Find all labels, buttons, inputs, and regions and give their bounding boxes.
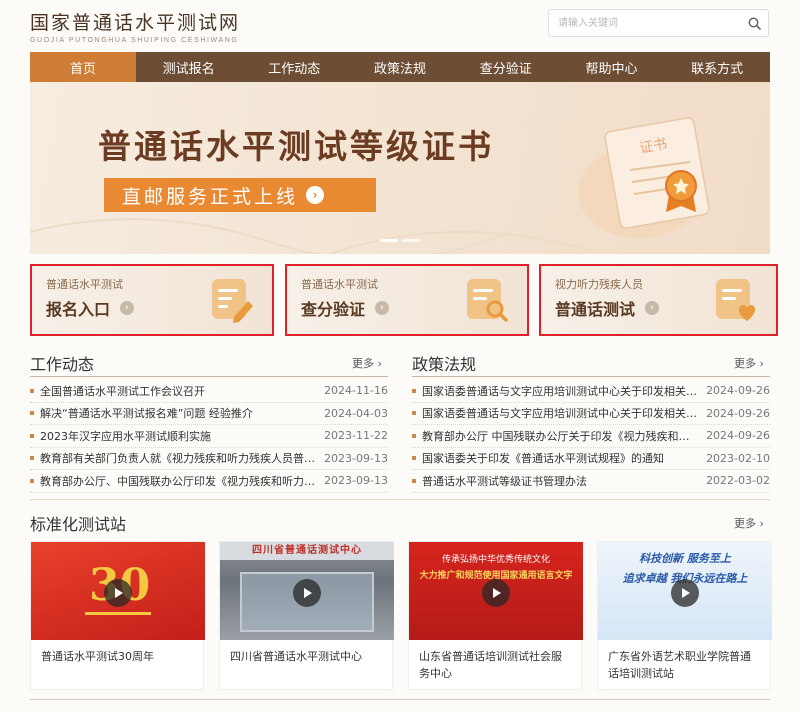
search-icon	[748, 17, 761, 30]
list-item[interactable]: 国家语委普通话与文字应用培训测试中心关于印发相关办法的通知2024-09-26	[412, 403, 770, 425]
search-button[interactable]	[740, 10, 768, 36]
thumb-headline: 传承弘扬中华优秀传统文化	[441, 555, 550, 565]
bullet-icon	[412, 388, 416, 393]
decoration	[85, 612, 151, 615]
banner-cta-label: 直邮服务正式上线	[122, 185, 299, 208]
nav-registration[interactable]: 测试报名	[136, 52, 242, 82]
list-item[interactable]: 全国普通话水平测试工作会议召开 2024-11-16	[30, 380, 388, 403]
entry-title: 查分验证 ›	[301, 296, 390, 320]
entry-title: 报名入口 ›	[46, 296, 135, 320]
carousel-dot[interactable]	[402, 239, 420, 242]
site-subtitle: GUOJIA PUTONGHUA SHUIPING CESHIWANG	[30, 37, 239, 44]
arrow-right-icon: ›	[645, 301, 660, 315]
list-item[interactable]: 教育部办公厅 中国残联办公厅关于印发《视力残疾和听力残疾人员普通话水平测试暂行办…	[412, 425, 770, 448]
play-button[interactable]	[293, 579, 321, 607]
bullet-icon	[412, 456, 416, 461]
nav-work-news[interactable]: 工作动态	[241, 52, 347, 82]
list-item[interactable]: 教育部办公厅、中国残联办公厅印发《视力残疾和听力残疾人员普通话水平测试暂行办法》…	[30, 470, 388, 493]
bullet-icon	[412, 411, 416, 416]
search-box	[548, 9, 769, 37]
video-thumbnail: 科技创新 服务至上 追求卓越 我们永远在路上	[598, 542, 772, 640]
entry-subtitle: 普通话水平测试	[301, 278, 378, 291]
nav-contact[interactable]: 联系方式	[664, 52, 770, 82]
arrow-right-icon: ›	[120, 301, 135, 315]
score-check-entry-card[interactable]: 普通话水平测试 查分验证 ›	[285, 264, 529, 336]
play-button[interactable]	[104, 579, 132, 607]
divider	[30, 499, 770, 500]
divider	[412, 376, 770, 377]
station-card[interactable]: 四川省普通话测试中心 四川省普通话水平测试中心	[219, 541, 394, 690]
station-caption: 四川省普通话水平测试中心	[230, 650, 362, 663]
station-card[interactable]: 传承弘扬中华优秀传统文化 大力推广和规范使用国家通用语言文字 山东省普通话培训测…	[408, 541, 583, 690]
play-icon	[493, 588, 501, 598]
bullet-icon	[30, 411, 34, 416]
policy-more-link[interactable]: 更多 ›	[734, 355, 764, 371]
bullet-icon	[412, 433, 416, 438]
banner-title: 普通话水平测试等级证书	[98, 127, 494, 166]
site-title: 国家普通话水平测试网	[30, 12, 241, 34]
work-news-title: 工作动态	[30, 355, 95, 374]
divider	[30, 699, 770, 700]
carousel-dot[interactable]	[380, 239, 398, 242]
arrow-right-icon: ›	[306, 186, 325, 204]
bullet-icon	[30, 388, 34, 393]
stations-more-link[interactable]: 更多 ›	[734, 515, 764, 531]
edit-document-icon	[212, 279, 253, 323]
certificate-illustration: 证书	[578, 117, 710, 238]
work-news-list: 全国普通话水平测试工作会议召开 2024-11-16 解决“普通话水平测试报名难”…	[30, 380, 388, 493]
work-news-more-link[interactable]: 更多 ›	[352, 355, 382, 371]
disabled-test-entry-card[interactable]: 视力听力残疾人员 普通话测试 ›	[539, 264, 778, 336]
nav-policy[interactable]: 政策法规	[347, 52, 453, 82]
play-button[interactable]	[482, 579, 510, 607]
entry-title: 普通话测试 ›	[555, 296, 660, 320]
heart-document-icon	[716, 279, 756, 321]
station-caption: 广东省外语艺术职业学院普通话培训测试站	[608, 650, 751, 680]
banner-carousel[interactable]: 普通话水平测试等级证书 直邮服务正式上线 › 证书	[30, 82, 770, 254]
bullet-icon	[30, 433, 34, 438]
site-logo[interactable]: 国家普通话水平测试网 GUOJIA PUTONGHUA SHUIPING CES…	[30, 8, 240, 44]
nav-score-check[interactable]: 查分验证	[453, 52, 559, 82]
station-card[interactable]: 30 普通话水平测试30周年	[30, 541, 205, 690]
thumb-headline: 四川省普通话测试中心	[220, 542, 394, 560]
carousel-indicators	[380, 239, 420, 242]
video-thumbnail: 30	[31, 542, 205, 640]
divider	[30, 376, 388, 377]
bullet-icon	[30, 478, 34, 483]
policy-title: 政策法规	[412, 355, 477, 374]
station-caption: 普通话水平测试30周年	[41, 650, 154, 663]
station-card-list: 30 普通话水平测试30周年 四川省普通话测试中心 四川省普通话水平测试中心 传…	[30, 541, 772, 690]
entry-subtitle: 视力听力残疾人员	[555, 278, 643, 291]
bullet-icon	[412, 478, 416, 483]
search-document-icon	[467, 279, 508, 322]
policy-list: 国家语委普通话与文字应用培训测试中心关于印发相关文件的通知2024-09-26 …	[412, 380, 770, 493]
video-thumbnail: 传承弘扬中华优秀传统文化 大力推广和规范使用国家通用语言文字	[409, 542, 583, 640]
bullet-icon	[30, 456, 34, 461]
list-item[interactable]: 教育部有关部门负责人就《视力残疾和听力残疾人员普通话水平测试暂行办法》答记者问2…	[30, 448, 388, 470]
main-nav: 首页 测试报名 工作动态 政策法规 查分验证 帮助中心 联系方式	[30, 52, 770, 82]
arrow-right-icon: ›	[375, 301, 390, 315]
play-icon	[304, 588, 312, 598]
search-input[interactable]	[549, 11, 740, 35]
nav-home[interactable]: 首页	[30, 52, 136, 82]
list-item[interactable]: 国家语委关于印发《普通话水平测试规程》的通知 2023-02-10	[412, 448, 770, 470]
station-card[interactable]: 科技创新 服务至上 追求卓越 我们永远在路上 广东省外语艺术职业学院普通话培训测…	[597, 541, 772, 690]
station-caption: 山东省普通话培训测试社会服务中心	[419, 650, 562, 680]
play-icon	[115, 588, 123, 598]
list-item[interactable]: 解决“普通话水平测试报名难”问题 经验推介 2024-04-03	[30, 403, 388, 425]
list-item[interactable]: 2023年汉字应用水平测试顺利实施 2023-11-22	[30, 425, 388, 448]
list-item[interactable]: 国家语委普通话与文字应用培训测试中心关于印发相关文件的通知2024-09-26	[412, 380, 770, 403]
banner-cta-button[interactable]: 直邮服务正式上线 ›	[104, 178, 376, 212]
play-icon	[682, 588, 690, 598]
thumb-headline: 科技创新 服务至上	[639, 552, 731, 565]
video-thumbnail: 四川省普通话测试中心	[220, 542, 394, 640]
stations-title: 标准化测试站	[30, 515, 127, 534]
entry-subtitle: 普通话水平测试	[46, 278, 123, 291]
registration-entry-card[interactable]: 普通话水平测试 报名入口 ›	[30, 264, 274, 336]
list-item[interactable]: 普通话水平测试等级证书管理办法 2022-03-02	[412, 470, 770, 493]
nav-help[interactable]: 帮助中心	[559, 52, 665, 82]
play-button[interactable]	[671, 579, 699, 607]
